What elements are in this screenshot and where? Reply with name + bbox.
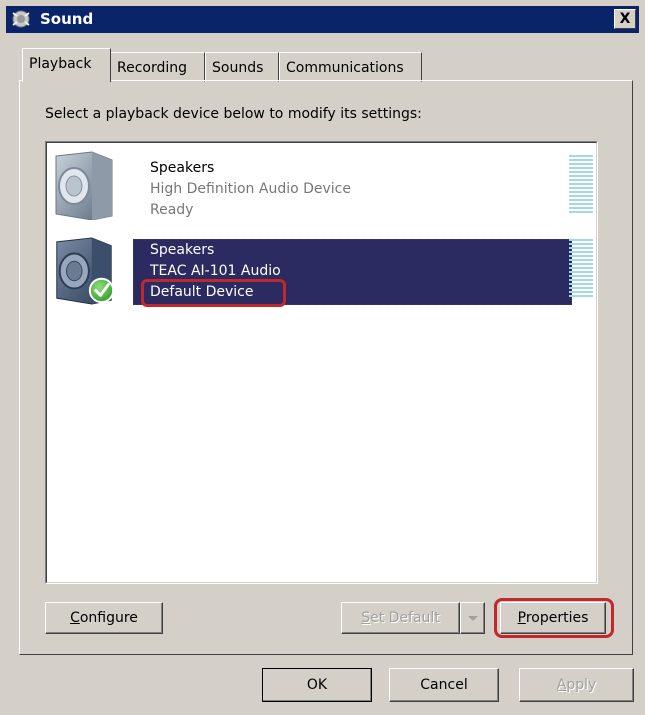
tab-recording[interactable]: Recording bbox=[110, 52, 205, 82]
device-item[interactable]: Speakers High Definition Audio Device Re… bbox=[46, 150, 595, 230]
device-name: Speakers bbox=[150, 160, 215, 176]
configure-button[interactable]: Configure bbox=[45, 602, 163, 634]
title-bar[interactable]: Sound X bbox=[6, 6, 639, 33]
instruction-text: Select a playback device below to modify… bbox=[45, 106, 422, 122]
set-default-dropdown-button[interactable] bbox=[460, 602, 485, 634]
volume-meter bbox=[569, 239, 593, 299]
default-device-highlight bbox=[141, 279, 286, 307]
sound-dialog: Sound X Playback Recording Sounds Commun… bbox=[0, 0, 645, 715]
tab-label: Sounds bbox=[212, 60, 264, 76]
device-name: Speakers bbox=[150, 242, 215, 258]
device-item-selected[interactable]: Speakers TEAC AI-101 Audio Default Devic… bbox=[46, 237, 595, 311]
properties-highlight bbox=[494, 598, 614, 638]
tab-label: Playback bbox=[29, 56, 92, 72]
tab-communications[interactable]: Communications bbox=[279, 52, 422, 82]
ok-button[interactable]: OK bbox=[262, 668, 372, 702]
close-icon: X bbox=[619, 11, 631, 27]
device-description: High Definition Audio Device bbox=[150, 181, 351, 197]
chevron-down-icon bbox=[468, 616, 478, 621]
apply-button[interactable]: Apply bbox=[519, 668, 634, 702]
device-status: Ready bbox=[150, 202, 194, 218]
window-title: Sound bbox=[40, 10, 94, 28]
tab-sounds[interactable]: Sounds bbox=[205, 52, 279, 82]
cancel-button[interactable]: Cancel bbox=[389, 668, 499, 702]
close-button[interactable]: X bbox=[614, 9, 636, 29]
tab-playback[interactable]: Playback bbox=[22, 48, 111, 82]
set-default-button[interactable]: Set Default bbox=[341, 602, 460, 634]
speaker-icon bbox=[55, 151, 113, 220]
sound-app-icon bbox=[12, 10, 30, 28]
volume-meter bbox=[569, 155, 593, 215]
playback-device-list[interactable]: Speakers High Definition Audio Device Re… bbox=[45, 141, 598, 584]
speaker-default-icon bbox=[56, 237, 115, 305]
tab-label: Communications bbox=[286, 60, 404, 76]
tab-label: Recording bbox=[117, 60, 188, 76]
